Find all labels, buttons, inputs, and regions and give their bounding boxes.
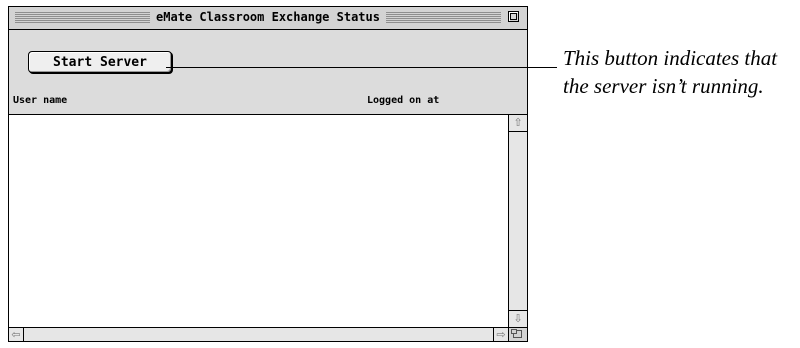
- callout-line-1: This button indicates that: [563, 46, 778, 70]
- grow-box-icon[interactable]: [508, 327, 527, 341]
- scroll-right-arrow-icon[interactable]: ⇨: [493, 328, 508, 341]
- scroll-down-arrow-icon[interactable]: ⇩: [509, 310, 527, 327]
- start-server-button[interactable]: Start Server: [28, 51, 172, 73]
- callout-annotation: This button indicates that the server is…: [563, 44, 799, 100]
- user-list[interactable]: [9, 115, 508, 327]
- callout-leader-line: [166, 67, 557, 68]
- zoom-box-icon[interactable]: [508, 11, 519, 22]
- scroll-left-arrow-icon[interactable]: ⇦: [9, 328, 24, 341]
- column-header-logged-on-at: Logged on at: [367, 95, 440, 106]
- scroll-up-arrow-icon[interactable]: ⇧: [509, 115, 527, 132]
- column-header-user-name: User name: [13, 95, 68, 106]
- vertical-scrollbar[interactable]: ⇧ ⇩: [508, 115, 527, 327]
- exchange-status-window: eMate Classroom Exchange Status Start Se…: [8, 6, 528, 342]
- window-title: eMate Classroom Exchange Status: [150, 9, 386, 26]
- header-panel: Start Server User name Logged on at: [9, 30, 527, 115]
- horizontal-scrollbar[interactable]: ⇦ ⇨: [9, 327, 508, 341]
- callout-line-2: the server isn’t running.: [563, 74, 764, 98]
- title-bar[interactable]: eMate Classroom Exchange Status: [9, 7, 527, 30]
